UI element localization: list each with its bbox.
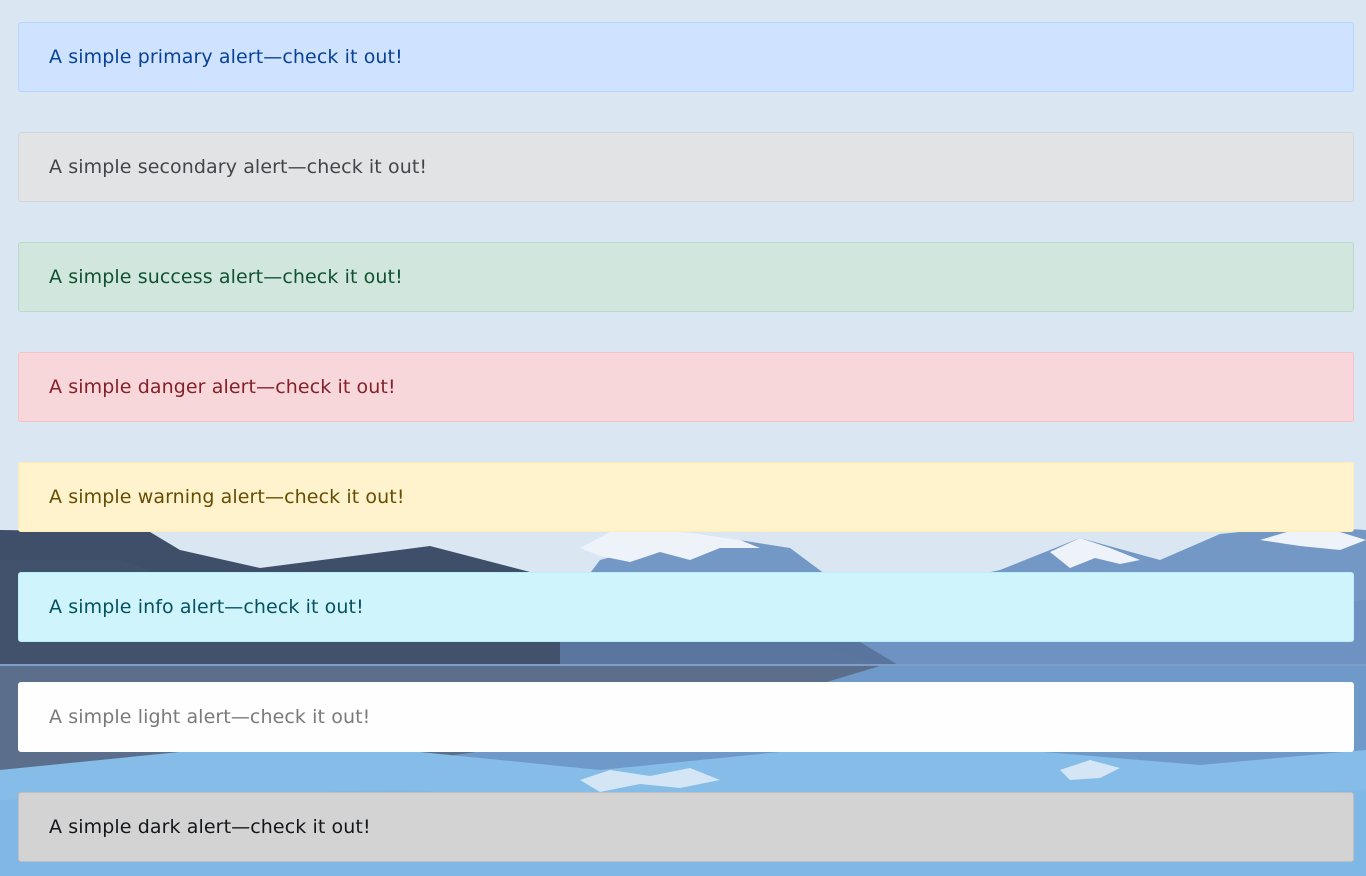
alert-primary: A simple primary alert—check it out! bbox=[18, 22, 1354, 92]
alerts-list: A simple primary alert—check it out! A s… bbox=[18, 22, 1354, 862]
alert-dark-text: A simple dark alert—check it out! bbox=[49, 816, 371, 838]
alert-info: A simple info alert—check it out! bbox=[18, 572, 1354, 642]
alert-danger-text: A simple danger alert—check it out! bbox=[49, 376, 396, 398]
alert-light: A simple light alert—check it out! bbox=[18, 682, 1354, 752]
alert-warning-text: A simple warning alert—check it out! bbox=[49, 486, 405, 508]
alert-info-text: A simple info alert—check it out! bbox=[49, 596, 364, 618]
alert-secondary: A simple secondary alert—check it out! bbox=[18, 132, 1354, 202]
alert-danger: A simple danger alert—check it out! bbox=[18, 352, 1354, 422]
alert-success: A simple success alert—check it out! bbox=[18, 242, 1354, 312]
alert-dark: A simple dark alert—check it out! bbox=[18, 792, 1354, 862]
alert-success-text: A simple success alert—check it out! bbox=[49, 266, 403, 288]
alert-secondary-text: A simple secondary alert—check it out! bbox=[49, 156, 428, 178]
alert-light-text: A simple light alert—check it out! bbox=[49, 706, 371, 728]
alert-warning: A simple warning alert—check it out! bbox=[18, 462, 1354, 532]
alert-primary-text: A simple primary alert—check it out! bbox=[49, 46, 403, 68]
